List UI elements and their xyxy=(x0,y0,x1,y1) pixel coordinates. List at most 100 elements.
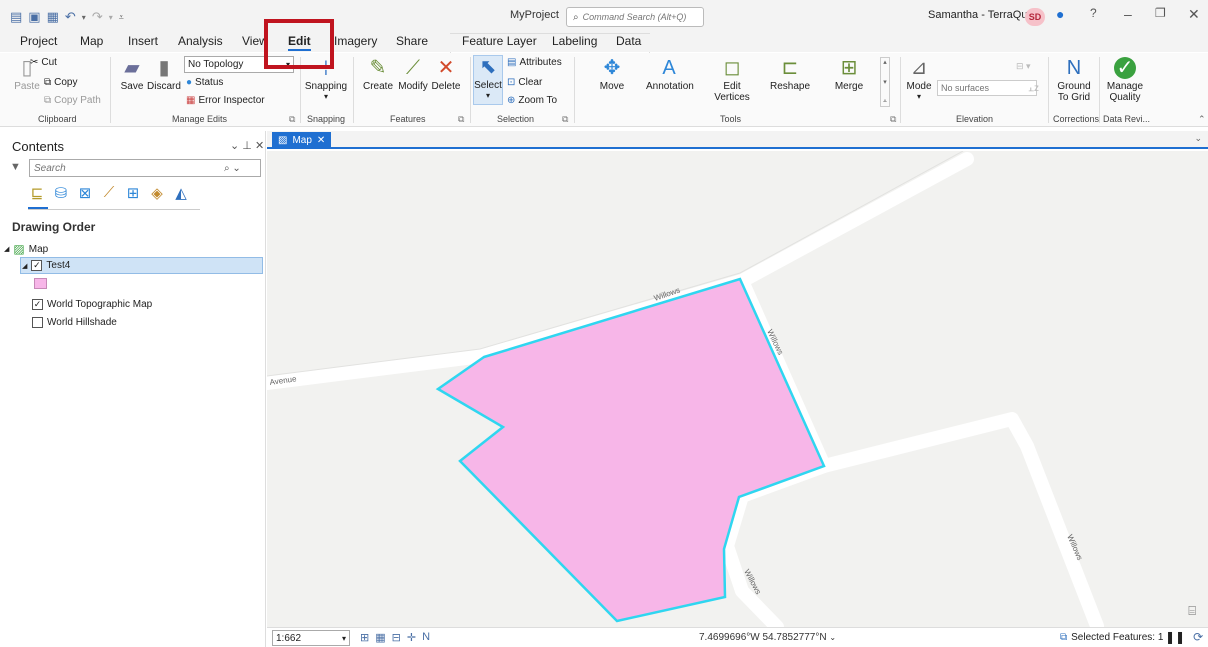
tab-labeling[interactable]: Labeling xyxy=(552,34,597,48)
tree-item-map[interactable]: ◢ ▨ Map xyxy=(4,242,48,256)
command-search[interactable]: ⌕ xyxy=(566,7,704,27)
help-icon[interactable]: ? xyxy=(1090,6,1097,20)
snapping-toggle-icon[interactable]: ⊞ xyxy=(360,631,369,644)
cut-button[interactable]: ✂ Cut xyxy=(30,57,57,68)
command-search-input[interactable] xyxy=(582,12,698,22)
map-drawing[interactable]: Willows Willows Willows Willows Avenue xyxy=(267,151,1208,627)
filter-icon[interactable]: ▼ xyxy=(10,161,21,173)
elevation-options-icon[interactable]: ⊟ ▾ xyxy=(1016,61,1031,72)
list-by-editing-icon[interactable]: ⟋ xyxy=(100,184,118,202)
avatar[interactable]: SD xyxy=(1025,8,1045,26)
grid-toggle-icon[interactable]: ▦ xyxy=(375,631,385,644)
copy-button[interactable]: ⧉ Copy xyxy=(44,77,78,88)
tools-gallery-scroll[interactable]: ▴ ▾ ⩡ xyxy=(880,57,890,107)
tab-insert[interactable]: Insert xyxy=(128,34,158,48)
tab-share[interactable]: Share xyxy=(396,34,428,48)
reshape-button[interactable]: ⊏ Reshape xyxy=(768,57,812,92)
contents-search[interactable]: ⌕ ⌄ xyxy=(29,159,261,177)
manage-quality-button[interactable]: ✓ Manage Quality xyxy=(1104,57,1146,103)
elevation-z-icon[interactable]: ⫠z xyxy=(1028,83,1039,94)
scale-selector[interactable]: 1:662 ▾ xyxy=(272,630,350,646)
layer-visibility-checkbox[interactable]: ✓ xyxy=(31,260,43,271)
save-edits-button[interactable]: ▰ Save xyxy=(119,57,145,92)
expand-arrow-icon[interactable]: ◢ xyxy=(4,245,9,253)
search-icon[interactable]: ⌕ ⌄ xyxy=(224,163,241,174)
redo-icon[interactable]: ↷ xyxy=(92,9,103,25)
chevron-down-icon[interactable]: ▾ xyxy=(109,13,113,22)
ground-to-grid-button[interactable]: N Ground To Grid xyxy=(1052,57,1096,103)
copy-path-button[interactable]: ⧉ Copy Path xyxy=(44,95,101,106)
tree-item-world-topographic[interactable]: ✓ World Topographic Map xyxy=(32,299,152,310)
attributes-button[interactable]: ▤ Attributes xyxy=(507,57,562,68)
zoom-to-button[interactable]: ⊕ Zoom To xyxy=(507,95,557,106)
close-icon[interactable]: ✕ xyxy=(255,140,264,152)
list-by-labeling-icon[interactable]: ◈ xyxy=(148,184,166,202)
notification-icon[interactable]: ● xyxy=(1056,6,1064,22)
list-by-perspective-icon[interactable]: ◭ xyxy=(172,184,190,202)
tab-map[interactable]: Map xyxy=(80,34,103,48)
collapse-ribbon-icon[interactable]: ⌃ xyxy=(1198,114,1206,125)
minimize-icon[interactable]: – xyxy=(1124,6,1132,22)
merge-button[interactable]: ⊞ Merge xyxy=(832,57,866,92)
layer-visibility-checkbox[interactable]: ✓ xyxy=(32,299,43,310)
tab-feature-layer[interactable]: Feature Layer xyxy=(462,34,537,48)
dialog-launcher-icon[interactable]: ⧉ xyxy=(890,114,896,125)
tab-map-view[interactable]: ▨ Map ✕ xyxy=(272,132,332,148)
elevation-mode-button[interactable]: ⊿ Mode ▾ xyxy=(904,57,934,101)
delete-features-button[interactable]: ✕ Delete xyxy=(430,57,462,92)
close-icon[interactable]: ✕ xyxy=(317,135,325,146)
move-tool-button[interactable]: ✥ Move xyxy=(592,57,632,92)
elevation-surface-input[interactable] xyxy=(937,80,1037,96)
restore-icon[interactable]: ❐ xyxy=(1155,6,1166,20)
correction-toggle-icon[interactable]: ⊟ xyxy=(392,631,401,644)
list-by-selection-icon[interactable]: ⊠ xyxy=(76,184,94,202)
list-by-drawing-order-icon[interactable]: ⊑ xyxy=(28,184,46,202)
pause-icon[interactable]: ❚❚ xyxy=(1165,630,1185,644)
chevron-down-icon: ⌄ xyxy=(829,633,837,642)
chevron-down-icon[interactable]: ▾ xyxy=(82,13,86,22)
chevron-down-icon[interactable]: ⌄ xyxy=(230,140,239,152)
error-inspector-button[interactable]: ▦ Error Inspector xyxy=(186,95,265,106)
select-button[interactable]: ⬉ Select ▾ xyxy=(473,55,503,105)
annotation-tool-button[interactable]: A Annotation xyxy=(646,57,694,92)
tab-project[interactable]: Project xyxy=(20,34,57,48)
coordinate-readout[interactable]: 7.4699696°W 54.7852777°N ⌄ xyxy=(699,632,836,643)
pin-icon[interactable]: ⊥ xyxy=(242,140,252,152)
list-by-snapping-icon[interactable]: ⊞ xyxy=(124,184,142,202)
contents-search-input[interactable] xyxy=(34,162,224,174)
map-canvas[interactable]: Willows Willows Willows Willows Avenue ⌸ xyxy=(267,151,1208,627)
undo-icon[interactable]: ↶ xyxy=(65,9,76,25)
dialog-launcher-icon[interactable]: ⧉ xyxy=(289,114,295,125)
clear-selection-button[interactable]: ⊡ Clear xyxy=(507,77,542,88)
customize-toolbar-icon[interactable]: ⩡ xyxy=(119,12,124,23)
expand-arrow-icon[interactable]: ◢ xyxy=(22,262,27,270)
constraints-toggle-icon[interactable]: ✛ xyxy=(407,631,416,644)
chevron-down-icon[interactable]: ⌄ xyxy=(1194,133,1202,144)
save-project-icon[interactable]: ▦ xyxy=(47,9,59,25)
ground-to-grid-toggle-icon[interactable]: N xyxy=(422,631,430,644)
status-button[interactable]: ● Status xyxy=(186,77,223,88)
discard-edits-button[interactable]: ▮ Discard xyxy=(147,57,181,92)
tab-analysis[interactable]: Analysis xyxy=(178,34,223,48)
group-label-corrections: Corrections xyxy=(1053,114,1100,124)
open-project-icon[interactable]: ▣ xyxy=(28,9,40,25)
road-willows-southeast xyxy=(817,412,1104,627)
create-features-button[interactable]: ✎ Create xyxy=(362,57,394,92)
tree-item-world-hillshade[interactable]: World Hillshade xyxy=(32,317,117,328)
new-project-icon[interactable]: ▤ xyxy=(10,9,22,25)
modify-features-button[interactable]: ⟋ Modify xyxy=(396,57,430,92)
refresh-icon[interactable]: ⟳ xyxy=(1193,630,1203,644)
map-tips-icon[interactable]: ⌸ xyxy=(1188,603,1196,619)
selected-features[interactable]: ⧉ Selected Features: 1 xyxy=(1060,632,1163,643)
layer-symbol-swatch[interactable] xyxy=(34,278,47,289)
tab-data[interactable]: Data xyxy=(616,34,641,48)
layer-visibility-checkbox[interactable] xyxy=(32,317,43,328)
dialog-launcher-icon[interactable]: ⧉ xyxy=(458,114,464,125)
tab-imagery[interactable]: Imagery xyxy=(334,34,377,48)
list-by-data-source-icon[interactable]: ⛁ xyxy=(52,184,70,202)
close-icon[interactable]: ✕ xyxy=(1188,6,1200,23)
dialog-launcher-icon[interactable]: ⧉ xyxy=(562,114,568,125)
section-heading: Drawing Order xyxy=(12,220,96,234)
tree-item-test4[interactable]: ◢ ✓ Test4 xyxy=(22,260,70,271)
edit-vertices-button[interactable]: ◻ Edit Vertices xyxy=(712,57,752,103)
